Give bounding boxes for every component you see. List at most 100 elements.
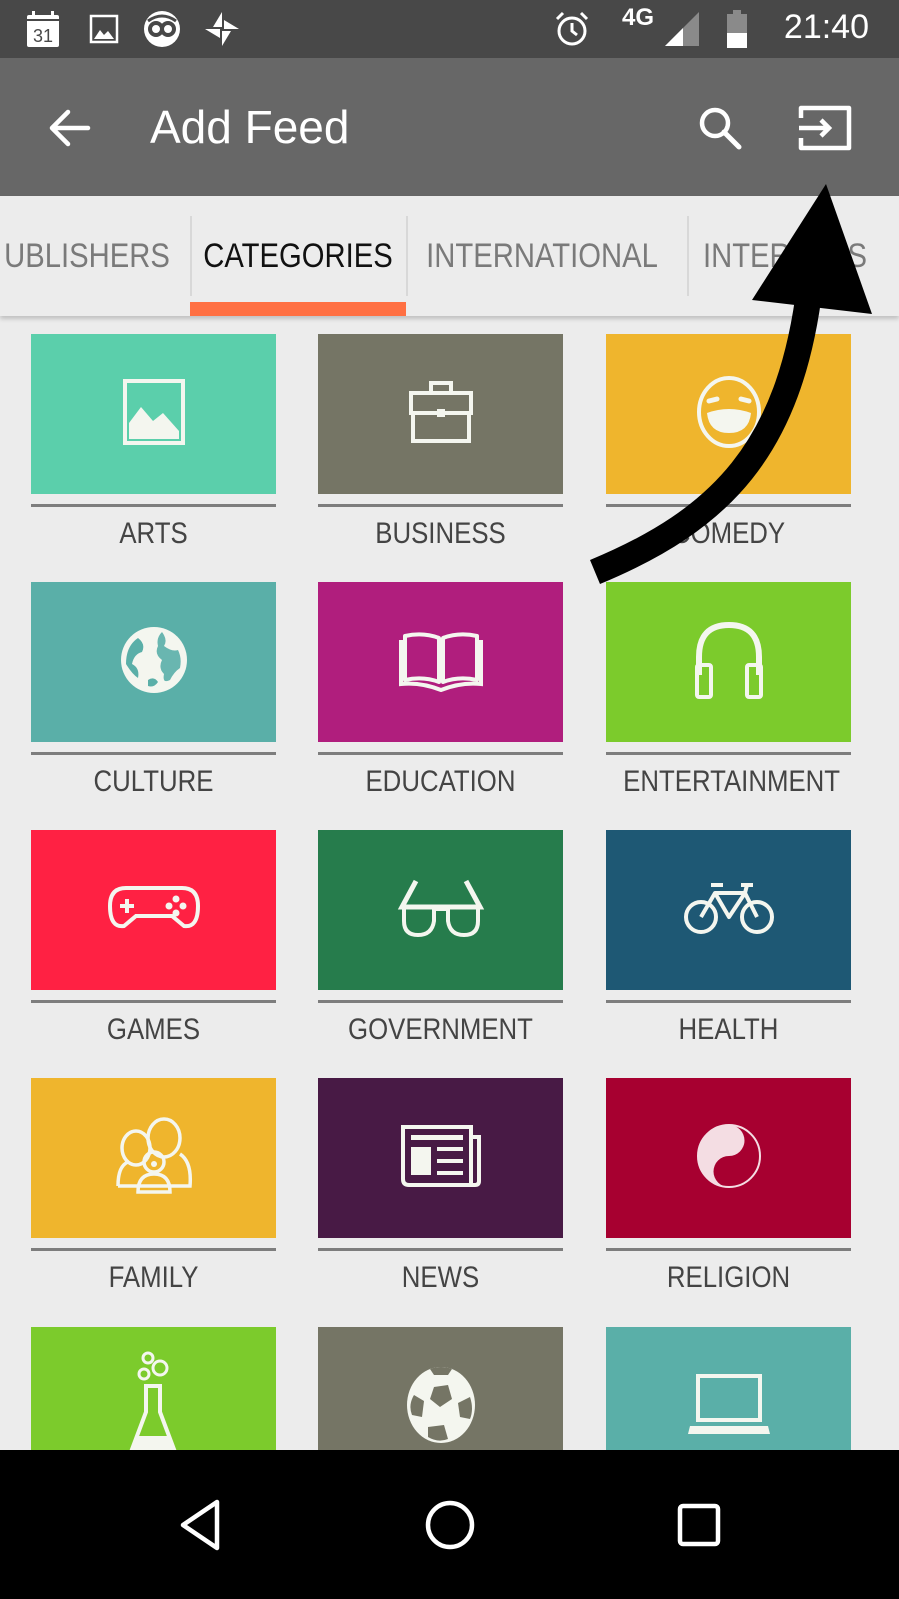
category-tile[interactable] xyxy=(606,582,851,742)
category-tile[interactable] xyxy=(31,582,276,742)
navigation-bar xyxy=(0,1450,899,1599)
category-comedy[interactable]: COMEDY xyxy=(606,334,851,551)
tab-interests[interactable]: INTERESTS xyxy=(703,196,867,316)
tab-international[interactable]: INTERNATIONAL xyxy=(426,196,658,316)
category-tile[interactable] xyxy=(318,1327,563,1450)
category-divider xyxy=(606,752,851,755)
yin-yang-icon xyxy=(696,1123,762,1194)
category-business[interactable]: BUSINESS xyxy=(318,334,563,551)
category-tile[interactable] xyxy=(31,830,276,990)
category-tile[interactable] xyxy=(606,1327,851,1450)
home-circle-icon xyxy=(425,1500,475,1550)
category-education[interactable]: EDUCATION xyxy=(318,582,563,799)
category-divider xyxy=(606,504,851,507)
category-grid[interactable]: ARTS BUSINESS COMEDY CULTURE EDUCATION ENTERT… xyxy=(0,316,899,1450)
signal-icon xyxy=(662,10,702,48)
search-button[interactable] xyxy=(690,98,750,158)
flask-icon xyxy=(124,1350,184,1450)
soccer-ball-icon xyxy=(404,1365,478,1450)
category-label: FAMILY xyxy=(108,1261,199,1294)
headphones-icon xyxy=(691,619,767,706)
gamepad-icon xyxy=(106,884,202,937)
book-icon xyxy=(398,628,483,697)
page-title: Add Feed xyxy=(150,101,350,153)
import-button[interactable] xyxy=(794,98,854,158)
category-divider xyxy=(31,1248,276,1251)
category-divider xyxy=(318,1000,563,1003)
category-label: COMEDY xyxy=(671,517,786,550)
category-label: ENTERTAINMENT xyxy=(623,765,841,798)
tab-bar: UBLISHERS CATEGORIES INTERNATIONAL INTER… xyxy=(0,196,899,316)
category-health[interactable]: HEALTH xyxy=(606,830,851,1047)
nav-back-button[interactable] xyxy=(160,1485,240,1565)
status-bar: 31 4G 21:40 xyxy=(0,0,899,58)
category-government[interactable]: GOVERNMENT xyxy=(318,830,563,1047)
category-label: ARTS xyxy=(119,517,188,550)
laptop-icon xyxy=(684,1372,774,1443)
category-family[interactable]: FAMILY xyxy=(31,1078,276,1295)
back-triangle-icon xyxy=(180,1499,220,1551)
nav-recents-button[interactable] xyxy=(659,1485,739,1565)
category-divider xyxy=(318,752,563,755)
category-divider xyxy=(318,1248,563,1251)
import-icon xyxy=(798,105,852,151)
category-laptop[interactable] xyxy=(606,1327,851,1450)
category-tile[interactable] xyxy=(318,582,563,742)
category-divider xyxy=(606,1248,851,1251)
alarm-icon xyxy=(552,10,592,48)
picture-icon xyxy=(119,377,189,452)
back-button[interactable] xyxy=(40,98,100,158)
category-label: RELIGION xyxy=(666,1261,791,1294)
tab-divider xyxy=(687,216,689,296)
category-label: GAMES xyxy=(106,1013,201,1046)
category-divider xyxy=(31,504,276,507)
category-tile[interactable] xyxy=(31,334,276,494)
category-tile[interactable] xyxy=(31,1327,276,1450)
category-label: EDUCATION xyxy=(365,765,516,798)
category-news[interactable]: NEWS xyxy=(318,1078,563,1295)
category-tile[interactable] xyxy=(318,830,563,990)
category-tile[interactable] xyxy=(318,334,563,494)
category-entertainment[interactable]: ENTERTAINMENT xyxy=(606,582,851,799)
battery-icon xyxy=(724,10,750,48)
category-label: GOVERNMENT xyxy=(348,1013,533,1046)
category-divider xyxy=(31,1000,276,1003)
globe-icon xyxy=(118,624,190,701)
category-tile[interactable] xyxy=(31,1078,276,1238)
calendar-day: 31 xyxy=(33,26,53,46)
pinwheel-icon xyxy=(202,10,242,48)
category-tile[interactable] xyxy=(606,1078,851,1238)
category-culture[interactable]: CULTURE xyxy=(31,582,276,799)
category-religion[interactable]: RELIGION xyxy=(606,1078,851,1295)
category-label: NEWS xyxy=(401,1261,480,1294)
category-divider xyxy=(606,1000,851,1003)
category-divider xyxy=(31,752,276,755)
app-bar: Add Feed xyxy=(0,58,899,196)
tab-categories[interactable]: CATEGORIES xyxy=(203,196,393,316)
glasses-icon xyxy=(396,877,486,944)
family-icon xyxy=(114,1116,194,1201)
network-type: 4G xyxy=(622,4,655,31)
nav-home-button[interactable] xyxy=(410,1485,490,1565)
newspaper-icon xyxy=(399,1123,483,1194)
arrow-back-icon xyxy=(49,109,91,147)
search-icon xyxy=(699,107,742,150)
app-notification-icon xyxy=(142,10,182,48)
category-games[interactable]: GAMES xyxy=(31,830,276,1047)
category-label: BUSINESS xyxy=(375,517,506,550)
briefcase-icon xyxy=(405,377,477,452)
tab-divider xyxy=(406,216,408,296)
tab-publishers[interactable]: UBLISHERS xyxy=(4,196,170,316)
category-tile[interactable] xyxy=(606,334,851,494)
category-arts[interactable]: ARTS xyxy=(31,334,276,551)
category-label: CULTURE xyxy=(93,765,214,798)
recents-square-icon xyxy=(677,1503,721,1547)
gallery-icon xyxy=(88,10,120,48)
category-tile[interactable] xyxy=(606,830,851,990)
category-tile[interactable] xyxy=(318,1078,563,1238)
category-flask[interactable] xyxy=(31,1327,276,1450)
bicycle-icon xyxy=(683,879,775,942)
calendar-icon: 31 xyxy=(24,10,62,48)
tab-divider xyxy=(190,216,192,296)
category-soccer-ball[interactable] xyxy=(318,1327,563,1450)
